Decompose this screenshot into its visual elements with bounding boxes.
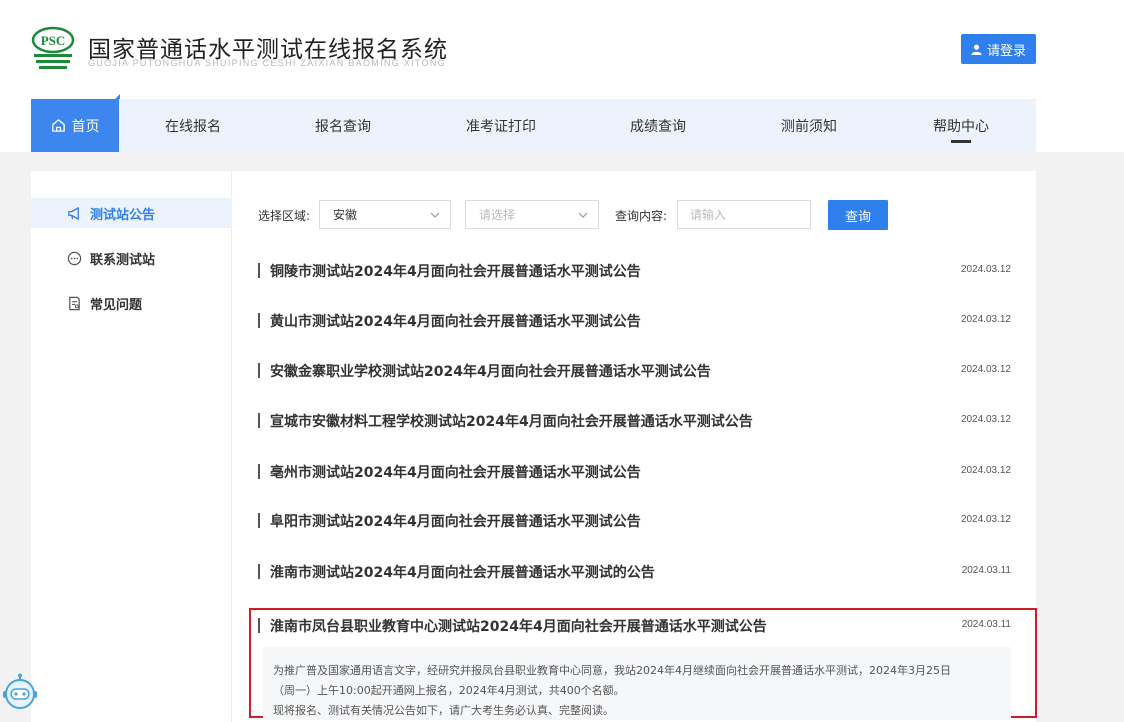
announcement-title: 淮南市测试站2024年4月面向社会开展普通话水平测试的公告 [270,565,655,581]
region-label: 选择区域: [258,209,311,223]
announcement-date: 2024.03.12 [960,314,1011,325]
home-icon [51,119,65,132]
announcement-item[interactable]: 阜阳市测试站2024年4月面向社会开展普通话水平测试公告 2024.03.12 [256,509,1011,533]
login-label: 请登录 [986,43,1026,59]
title-bar [258,313,260,328]
query-label: 查询内容: [615,209,668,223]
nav-home-label: 首页 [71,118,100,135]
sub-region-placeholder: 请选择 [479,208,516,222]
excerpt-line: 为推广普及国家通用语言文字，经研究并报凤台县职业教育中心同意，我站2024年4月… [273,664,951,677]
content-panel: 测试站公告 联系测试站 常见问题 选择区域: 安徽 请选择 查询内容: 请输入 … [31,171,1037,722]
sidebar-item-station-notices[interactable]: 测试站公告 [31,198,232,228]
announcement-item[interactable]: 淮南市测试站2024年4月面向社会开展普通话水平测试的公告 2024.03.11 [256,560,1011,584]
title-bar [258,413,260,428]
main-nav: 首页 在线报名 报名查询 准考证打印 成绩查询 测前须知 帮助中心 [31,94,1036,152]
title-bar [258,464,260,479]
announcement-title: 黄山市测试站2024年4月面向社会开展普通话水平测试公告 [270,314,641,330]
robot-assistant-icon[interactable] [0,672,40,712]
excerpt-line: 现将报名、测试有关情况公告如下，请广大考生务必认真、完整阅读。 [273,704,614,717]
megaphone-icon [68,206,79,220]
site-subtitle: GUOJIA PUTONGHUA SHUIPING CESHI ZAIXIAN … [88,58,446,68]
chevron-down-icon [578,212,588,218]
sidebar-item-faq[interactable]: 常见问题 [31,288,232,318]
announcement-title: 安徽金寨职业学校测试站2024年4月面向社会开展普通话水平测试公告 [270,364,711,380]
title-bar [258,263,260,278]
chevron-down-icon [430,212,440,218]
nav-score-query[interactable]: 成绩查询 [618,99,698,152]
sub-region-select[interactable]: 请选择 [465,200,599,229]
announcement-date: 2024.03.12 [960,465,1011,476]
svg-text:PSC: PSC [41,33,66,48]
featured-title: 淮南市凤台县职业教育中心测试站2024年4月面向社会开展普通话水平测试公告 [270,619,767,635]
nav-register-query[interactable]: 报名查询 [303,99,383,152]
nav-admission-print[interactable]: 准考证打印 [451,99,551,152]
query-input[interactable]: 请输入 [677,200,811,229]
announcement-date: 2024.03.12 [960,364,1011,375]
user-icon [971,44,982,55]
featured-date: 2024.03.11 [961,619,1011,630]
announcement-title: 宣城市安徽材料工程学校测试站2024年4月面向社会开展普通话水平测试公告 [270,414,753,430]
announcement-title: 亳州市测试站2024年4月面向社会开展普通话水平测试公告 [270,465,641,481]
sidebar-item-label: 联系测试站 [90,252,156,268]
announcement-item[interactable]: 黄山市测试站2024年4月面向社会开展普通话水平测试公告 2024.03.12 [256,309,1011,333]
psc-logo: PSC [31,26,75,69]
announcement-date: 2024.03.12 [960,264,1011,275]
sidebar: 测试站公告 联系测试站 常见问题 [31,171,232,722]
region-select[interactable]: 安徽 [319,200,451,229]
announcement-date: 2024.03.11 [961,565,1011,576]
query-input-placeholder: 请输入 [690,208,727,222]
chat-icon [67,251,82,265]
document-icon [69,296,80,310]
nav-pretest-notice[interactable]: 测前须知 [769,99,849,152]
announcement-date: 2024.03.12 [960,514,1011,525]
excerpt-line: （周一）上午10:00起开通网上报名，2024年4月测试，共400个名额。 [273,684,625,697]
featured-row[interactable]: 淮南市凤台县职业教育中心测试站2024年4月面向社会开展普通话水平测试公告 20… [256,614,1011,638]
nav-help-center[interactable]: 帮助中心 [921,99,1001,152]
site-header: PSC 国家普通话水平测试在线报名系统 GUOJIA PUTONGHUA SHU… [0,0,1124,152]
sidebar-item-label: 常见问题 [90,297,143,313]
login-button[interactable]: 请登录 [961,34,1036,64]
featured-announcement[interactable]: 淮南市凤台县职业教育中心测试站2024年4月面向社会开展普通话水平测试公告 20… [249,608,1037,720]
featured-excerpt: 为推广普及国家通用语言文字，经研究并报凤台县职业教育中心同意，我站2024年4月… [263,647,1011,720]
nav-online-register[interactable]: 在线报名 [153,99,233,152]
announcement-title: 阜阳市测试站2024年4月面向社会开展普通话水平测试公告 [270,514,641,530]
nav-active-underline [951,140,971,143]
region-select-value: 安徽 [333,208,358,222]
sidebar-item-label: 测试站公告 [90,207,156,223]
sidebar-item-contact-station[interactable]: 联系测试站 [31,243,232,273]
announcement-item[interactable]: 亳州市测试站2024年4月面向社会开展普通话水平测试公告 2024.03.12 [256,460,1011,484]
announcement-title: 铜陵市测试站2024年4月面向社会开展普通话水平测试公告 [270,264,641,280]
announcement-item[interactable]: 宣城市安徽材料工程学校测试站2024年4月面向社会开展普通话水平测试公告 2024… [256,409,1011,433]
nav-home[interactable]: 首页 [31,94,120,152]
query-button[interactable]: 查询 [828,200,888,230]
announcement-item[interactable]: 安徽金寨职业学校测试站2024年4月面向社会开展普通话水平测试公告 2024.03… [256,359,1011,383]
title-bar [258,513,260,528]
title-bar [258,564,260,579]
title-bar [258,618,260,633]
title-bar [258,363,260,378]
announcement-item[interactable]: 铜陵市测试站2024年4月面向社会开展普通话水平测试公告 2024.03.12 [256,259,1011,283]
announcement-date: 2024.03.12 [960,414,1011,425]
